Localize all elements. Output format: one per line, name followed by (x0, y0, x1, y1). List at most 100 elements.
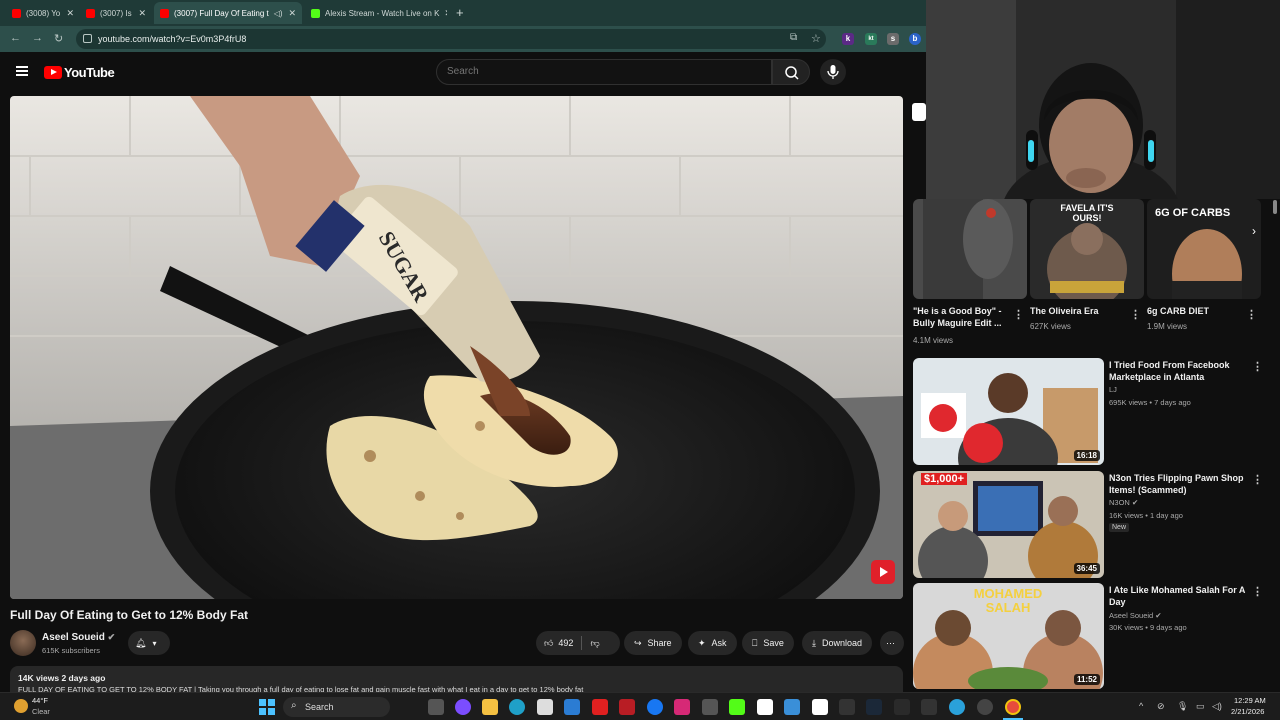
video-stats: 695K views • 7 days ago (1109, 398, 1191, 407)
chrome-icon[interactable] (1005, 699, 1021, 715)
amazon-icon[interactable] (757, 699, 773, 715)
more-actions-button[interactable]: ⋯ (880, 631, 904, 655)
clock-time[interactable]: 12:29 AM (1234, 696, 1266, 705)
video-channel[interactable]: N3ON ✔ (1109, 498, 1138, 507)
tab-label: (3008) Yo (26, 8, 61, 18)
media-icon[interactable] (702, 699, 718, 715)
app-icon[interactable] (784, 699, 800, 715)
forward-icon[interactable]: → (32, 32, 43, 44)
bookmark-star-icon[interactable]: ☆ (811, 32, 821, 45)
save-button[interactable]: ⎕ Save (742, 631, 794, 655)
roblox-icon[interactable] (812, 699, 828, 715)
ask-button[interactable]: ✦ Ask (688, 631, 737, 655)
site-info-icon[interactable] (83, 34, 92, 43)
channel-avatar[interactable] (10, 630, 36, 656)
store-icon[interactable] (537, 699, 553, 715)
extension-icon[interactable]: s (887, 33, 899, 45)
chevron-up-icon[interactable]: ^ (1139, 701, 1143, 711)
search-button[interactable] (772, 59, 810, 85)
webcam-overlay (926, 0, 1280, 199)
mail-icon[interactable] (564, 699, 580, 715)
short-title[interactable]: "He is a Good Boy" - Bully Maguire Edit … (913, 305, 1013, 329)
scrollbar-thumb[interactable] (1273, 200, 1277, 214)
tab-youtube-2[interactable]: (3007) Is ✕ (80, 2, 152, 24)
youtube-end-screen-icon[interactable] (871, 560, 895, 584)
like-button[interactable]: 👍︎ 492 (544, 638, 573, 649)
new-tab-button[interactable]: + (456, 5, 464, 20)
reload-icon[interactable]: ↻ (54, 32, 63, 45)
youtube-logo[interactable]: YouTube (44, 65, 115, 80)
tab-youtube-active[interactable]: (3007) Full Day Of Eating t ◁) ✕ (154, 2, 302, 24)
app-tray-icon[interactable]: ⊘ (1157, 701, 1165, 712)
more-vertical-icon[interactable]: ⋮ (1130, 308, 1141, 321)
tab-label: (3007) Full Day Of Eating t (174, 8, 269, 18)
back-icon[interactable]: ← (10, 32, 21, 44)
epic-games-icon[interactable] (921, 699, 937, 715)
copilot-icon[interactable] (455, 699, 471, 715)
edge-icon[interactable] (509, 699, 525, 715)
app-icon[interactable] (894, 699, 910, 715)
video-channel[interactable]: Aseel Soueid ✔ (1109, 611, 1162, 620)
search-input[interactable] (447, 66, 747, 77)
thumbs-down-icon[interactable]: 👎︎ (590, 638, 599, 649)
windows-start-icon[interactable] (259, 699, 275, 715)
short-thumbnail[interactable] (913, 199, 1027, 299)
tab-kick[interactable]: Alexis Stream - Watch Live on K ✕ (305, 2, 447, 24)
browser-tab-bar: (3008) Yo ✕ (3007) Is ✕ (3007) Full Day … (0, 0, 926, 26)
video-thumbnail[interactable]: $1,000+ 36:45 (913, 471, 1104, 578)
video-player[interactable]: SUGAR (10, 96, 903, 599)
install-app-icon[interactable]: ⧉ (790, 32, 797, 43)
short-title[interactable]: 6g CARB DIET (1147, 305, 1242, 317)
kick-app-icon[interactable] (729, 699, 745, 715)
more-vertical-icon[interactable]: ⋮ (1252, 473, 1263, 486)
close-icon[interactable]: ✕ (66, 8, 74, 19)
notification-bell-button[interactable]: 🔔︎ ▾ (128, 631, 170, 655)
extension-kick-icon[interactable]: k (842, 33, 854, 45)
video-title-link[interactable]: I Ate Like Mohamed Salah For A Day (1109, 584, 1249, 608)
short-thumbnail[interactable]: 6G OF CARBS (1147, 199, 1261, 299)
video-channel[interactable]: LJ (1109, 385, 1117, 394)
extension-icon[interactable]: b (909, 33, 921, 45)
extension-icon[interactable]: kt (865, 33, 877, 45)
telegram-icon[interactable] (949, 699, 965, 715)
close-icon[interactable]: ✕ (138, 8, 146, 19)
url-field[interactable]: youtube.com/watch?v=Ev0m3P4frU8 (76, 29, 826, 49)
instagram-icon[interactable] (674, 699, 690, 715)
more-vertical-icon[interactable]: ⋮ (1013, 308, 1024, 321)
task-view-icon[interactable] (428, 699, 444, 715)
facebook-icon[interactable] (647, 699, 663, 715)
search-box[interactable] (436, 59, 772, 85)
chevron-right-icon[interactable]: › (1252, 224, 1256, 238)
channel-name[interactable]: Aseel Soueid ✔ (42, 632, 115, 643)
speaker-icon[interactable]: ◁) (274, 9, 283, 18)
more-vertical-icon[interactable]: ⋮ (1252, 360, 1263, 373)
share-button[interactable]: ↪ Share (624, 631, 682, 655)
app-icon[interactable] (977, 699, 993, 715)
hamburger-menu-icon[interactable] (16, 66, 28, 76)
tab-youtube-1[interactable]: (3008) Yo ✕ (6, 2, 80, 24)
close-icon[interactable]: ✕ (444, 8, 447, 19)
netflix-icon[interactable] (619, 699, 635, 715)
more-vertical-icon[interactable]: ⋮ (1252, 585, 1263, 598)
taskbar-search[interactable]: ⌕ Search (283, 697, 390, 717)
close-icon[interactable]: ✕ (288, 8, 296, 19)
network-icon[interactable]: ▭ (1196, 701, 1205, 712)
file-explorer-icon[interactable] (482, 699, 498, 715)
capcut-icon[interactable] (839, 699, 855, 715)
video-title-link[interactable]: I Tried Food From Facebook Marketplace i… (1109, 359, 1249, 383)
youtube-app-icon[interactable] (592, 699, 608, 715)
video-thumbnail[interactable]: 16:18 (913, 358, 1104, 465)
more-vertical-icon[interactable]: ⋮ (1246, 308, 1257, 321)
download-button[interactable]: ⤓ Download (802, 631, 873, 655)
weather-temp[interactable]: 44°F (32, 696, 48, 705)
chip[interactable] (912, 103, 926, 121)
short-title[interactable]: The Oliveira Era (1030, 305, 1125, 317)
video-title-link[interactable]: N3on Tries Flipping Pawn Shop Items! (Sc… (1109, 472, 1249, 496)
short-thumbnail[interactable]: FAVELA IT'S OURS! (1030, 199, 1144, 299)
volume-icon[interactable]: ◁) (1212, 701, 1222, 712)
video-thumbnail[interactable]: MOHAMED SALAH 11:52 (913, 583, 1104, 689)
steam-icon[interactable] (866, 699, 882, 715)
microphone-icon[interactable]: 🎙︎ (1177, 701, 1188, 712)
tab-label: Alexis Stream - Watch Live on K (325, 8, 440, 18)
voice-search-button[interactable] (820, 59, 846, 85)
